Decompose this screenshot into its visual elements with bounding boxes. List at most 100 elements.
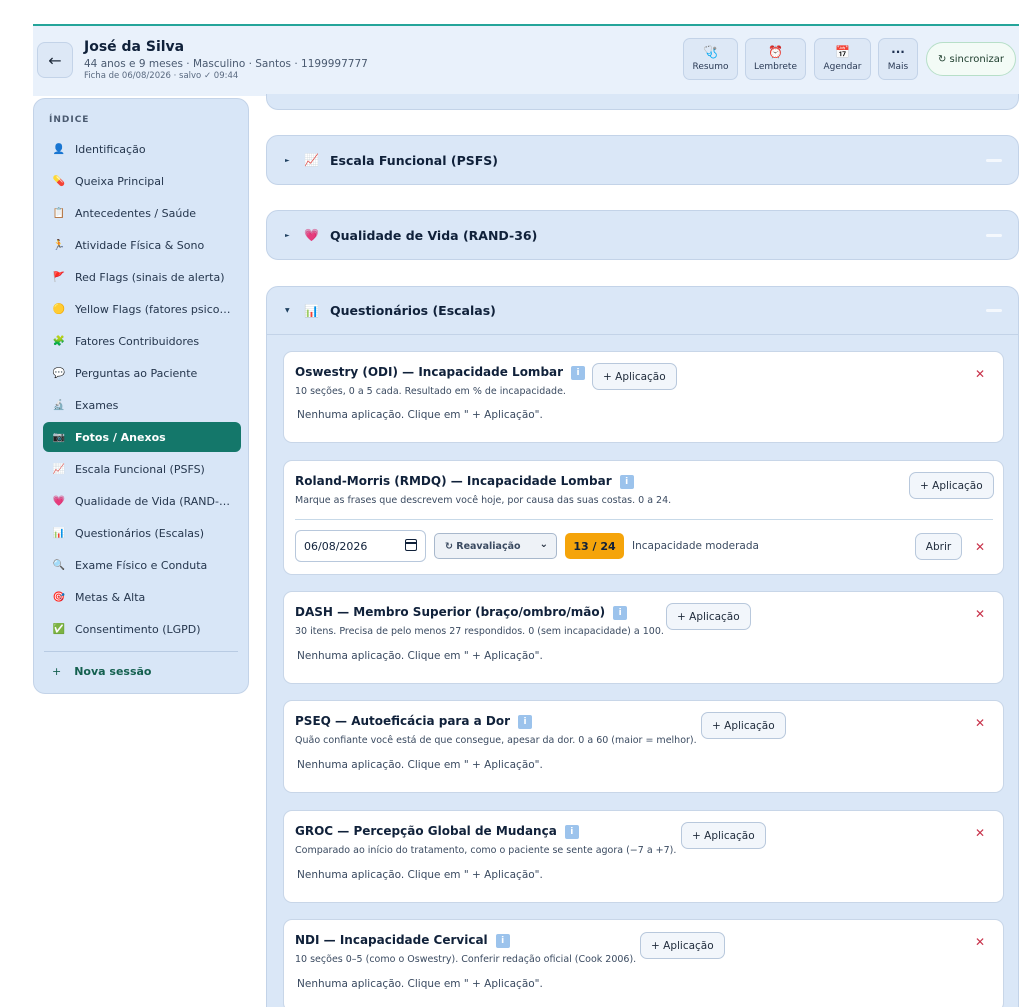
info-icon[interactable]: i [619,475,634,489]
sidebar-item[interactable]: 👤 Identificação [43,134,241,164]
patient-name: José da Silva [84,39,185,55]
previous-section-card [266,94,1019,110]
collapsed-arrow-icon: ► [285,156,290,164]
collapse-toggle[interactable] [986,158,1002,162]
sidebar-item[interactable]: 📈 Escala Funcional (PSFS) [43,454,241,484]
runner-icon: 🏃 [52,239,66,251]
open-application-button[interactable]: Abrir [915,533,962,560]
sidebar-item-label: Identificação [75,142,146,156]
sidebar-item-label: Queixa Principal [75,174,165,188]
resumo-button[interactable]: 🩺 Resumo [683,38,738,80]
add-application-button[interactable]: + Aplicação [909,472,994,499]
questionnaire-description: 10 seções, 0 a 5 cada. Resultado em % de… [295,386,566,397]
remove-application-icon[interactable]: ✕ [975,540,985,554]
bar-chart-icon: 📊 [304,303,319,318]
red-flag-icon: 🚩 [52,271,66,283]
back-arrow-icon: ← [48,50,62,70]
sidebar-item-label: Fatores Contribuidores [75,334,200,348]
expanded-arrow-icon: ▼ [285,307,290,314]
magnifier-icon: 🔍 [52,559,66,571]
sidebar-item[interactable]: 🔬 Exames [43,390,241,420]
add-application-button[interactable]: + Aplicação [592,363,677,390]
application-date-input[interactable]: 06/08/2026 [295,530,426,562]
new-session-button[interactable]: + Nova sessão [52,665,152,678]
remove-icon[interactable]: ✕ [975,826,985,840]
sidebar-item-label: Exames [75,398,119,412]
sidebar-item[interactable]: 💊 Queixa Principal [43,166,241,196]
clipboard-icon: 📋 [52,207,66,219]
sidebar-item[interactable]: 🏃 Atividade Física & Sono [43,230,241,260]
sidebar-item[interactable]: 💗 Qualidade de Vida (RAND-36) [43,486,241,516]
questionnaire-card-odi: Oswestry (ODI) — Incapacidade Lombar i 10… [283,351,1004,443]
questionnaire-title: GROC — Percepção Global de Mudança [295,824,557,838]
info-icon[interactable]: i [613,606,628,620]
section-title: Qualidade de Vida (RAND-36) [330,227,538,243]
application-divider [295,519,993,520]
sidebar-item[interactable]: 🟡 Yellow Flags (fatores psicoss... [43,294,241,324]
remove-icon[interactable]: ✕ [975,367,985,381]
stethoscope-icon: 🩺 [703,45,718,59]
lembrete-button[interactable]: ⏰ Lembrete [745,38,806,80]
info-icon[interactable]: i [564,825,579,839]
calendar-icon[interactable] [405,539,417,551]
sync-button[interactable]: ↻ sincronizar [926,42,1016,76]
empty-message: Nenhuma aplicação. Clique em " + Aplicaç… [297,759,543,771]
sidebar-item[interactable]: 🎯 Metas & Alta [43,582,241,612]
collapse-toggle[interactable] [986,233,1002,237]
sidebar-item[interactable]: 🔍 Exame Físico e Conduta [43,550,241,580]
speech-bubble-icon: 💬 [52,367,66,379]
sidebar-item[interactable]: 📊 Questionários (Escalas) [43,518,241,548]
add-application-button[interactable]: + Aplicação [701,712,786,739]
sidebar-item-label: Metas & Alta [75,590,146,604]
empty-message: Nenhuma aplicação. Clique em " + Aplicaç… [297,978,543,990]
score-interpretation: Incapacidade moderada [632,540,759,552]
sidebar-item-label: Antecedentes / Saúde [75,206,197,220]
sidebar-item-label: Perguntas ao Paciente [75,366,198,380]
collapse-toggle[interactable] [986,309,1002,312]
sidebar-divider [44,651,238,652]
sidebar-item-label: Fotos / Anexos [75,430,166,444]
questionnaire-title: NDI — Incapacidade Cervical [295,933,488,947]
info-icon[interactable]: i [571,366,586,380]
sidebar-item[interactable]: 🧩 Fatores Contribuidores [43,326,241,356]
sidebar-item-label: Consentimento (LGPD) [75,622,201,636]
alarm-clock-icon: ⏰ [768,45,783,59]
sidebar-item[interactable]: ✅ Consentimento (LGPD) [43,614,241,644]
pill-icon: 💊 [52,175,66,187]
application-type-select[interactable]: ↻ Reavaliação ⌄ [434,533,557,559]
patient-saved-status: Ficha de 06/08/2026 · salvo ✓ 09:44 [84,71,239,81]
score-badge: 13 / 24 [565,533,624,559]
add-application-button[interactable]: + Aplicação [640,932,725,959]
questionnaire-card-dash: DASH — Membro Superior (braço/ombro/mão)… [283,591,1004,684]
microscope-icon: 🔬 [52,399,66,411]
add-application-button[interactable]: + Aplicação [666,603,751,630]
sidebar-item[interactable]: 📋 Antecedentes / Saúde [43,198,241,228]
sidebar-title: ÍNDICE [49,115,90,125]
remove-icon[interactable]: ✕ [975,935,985,949]
section-header[interactable]: ▼ 📊 Questionários (Escalas) [267,287,1018,335]
patient-meta: 44 anos e 9 meses · Masculino · Santos ·… [84,58,368,70]
remove-icon[interactable]: ✕ [975,716,985,730]
more-dots-icon: ··· [891,45,905,59]
sidebar-item-label: Atividade Física & Sono [75,238,205,252]
target-icon: 🎯 [52,591,66,603]
chart-up-icon: 📈 [304,153,319,167]
sidebar-item[interactable]: 📷 Fotos / Anexos [43,422,241,452]
sidebar-item-label: Yellow Flags (fatores psicoss... [75,302,235,316]
sidebar-item[interactable]: 🚩 Red Flags (sinais de alerta) [43,262,241,292]
chart-up-icon: 📈 [52,463,66,475]
back-button[interactable]: ← [37,42,73,78]
info-icon[interactable]: i [518,715,533,729]
yellow-circle-icon: 🟡 [52,303,66,315]
questionnaire-description: Comparado ao início do tratamento, como … [295,845,677,856]
empty-message: Nenhuma aplicação. Clique em " + Aplicaç… [297,409,543,421]
add-application-button[interactable]: + Aplicação [681,822,766,849]
section-rand36[interactable]: ► 💗 Qualidade de Vida (RAND-36) [266,210,1019,260]
questionnaire-description: 10 seções 0–5 (como o Oswestry). Conferi… [295,954,637,965]
info-icon[interactable]: i [495,934,510,948]
remove-icon[interactable]: ✕ [975,607,985,621]
section-psfs[interactable]: ► 📈 Escala Funcional (PSFS) [266,135,1019,185]
sidebar-item[interactable]: 💬 Perguntas ao Paciente [43,358,241,388]
agendar-button[interactable]: 📅 Agendar [814,38,871,80]
mais-button[interactable]: ··· Mais [878,38,918,80]
